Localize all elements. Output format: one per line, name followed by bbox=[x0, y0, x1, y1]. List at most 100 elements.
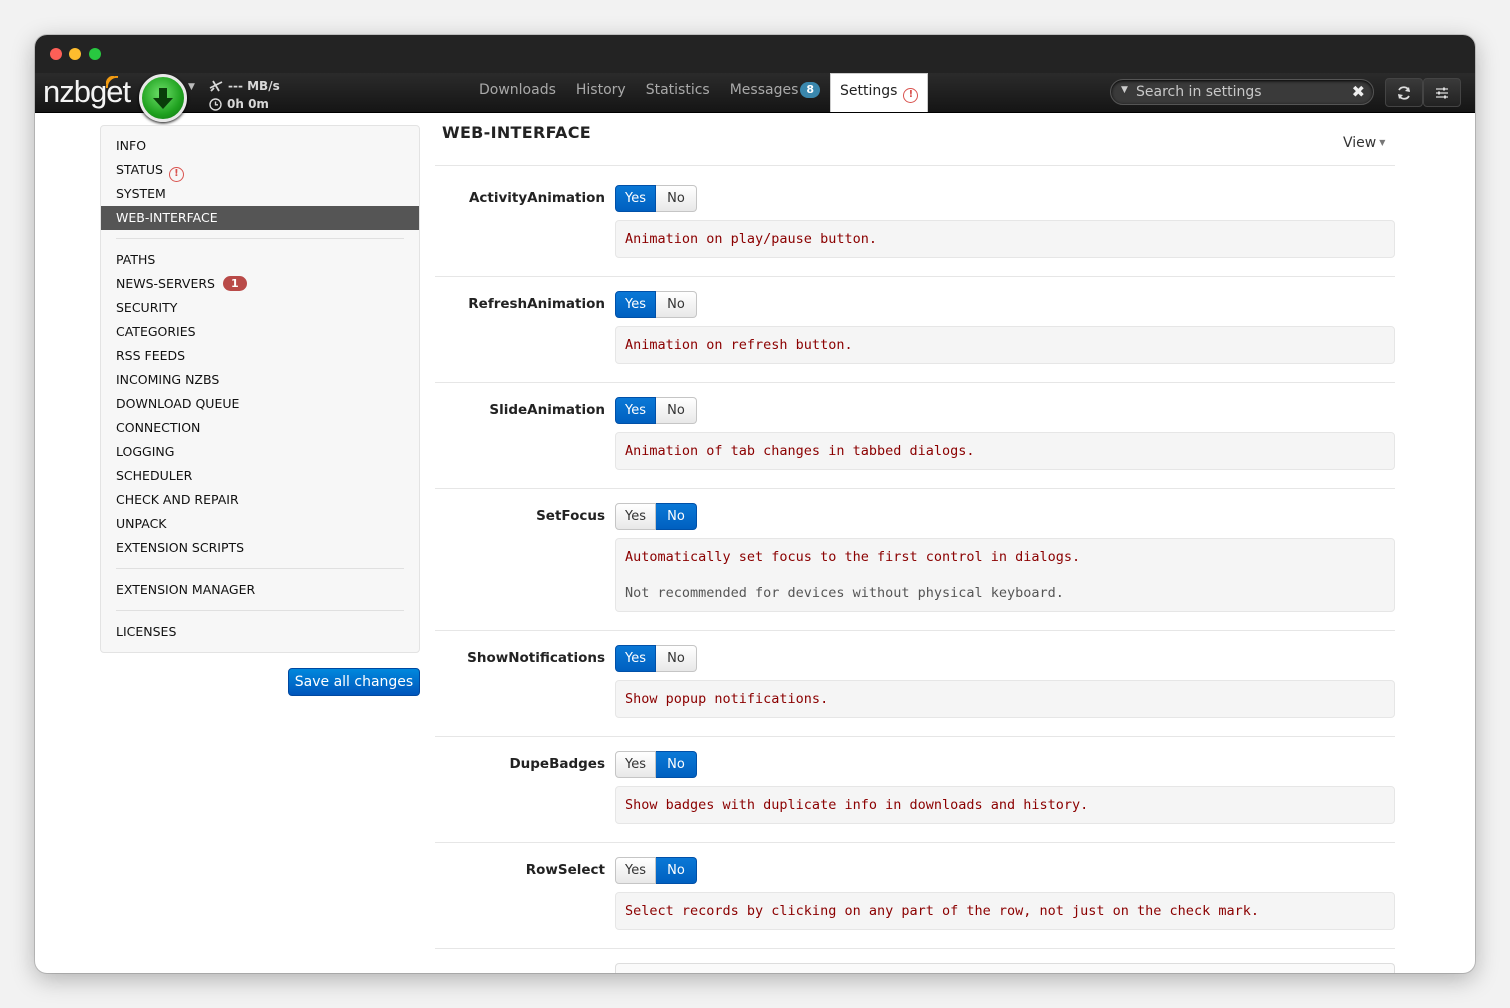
sidebar-item-status[interactable]: STATUS! bbox=[101, 158, 419, 182]
save-all-changes-button[interactable]: Save all changes bbox=[288, 668, 420, 696]
yes-button[interactable]: Yes bbox=[615, 185, 656, 212]
sidebar-item-label: LICENSES bbox=[116, 624, 177, 639]
sidebar-item-label: DOWNLOAD QUEUE bbox=[116, 396, 240, 411]
sidebar-item-label: CATEGORIES bbox=[116, 324, 196, 339]
sidebar-item-security[interactable]: SECURITY bbox=[101, 296, 419, 320]
option-toggle: Yes No bbox=[615, 645, 697, 672]
error-count-badge: 1 bbox=[222, 276, 247, 291]
yes-button[interactable]: Yes bbox=[615, 751, 656, 778]
option-label: DupeBadges bbox=[509, 756, 605, 772]
no-button[interactable]: No bbox=[656, 503, 697, 530]
sidebar-item-licenses[interactable]: LICENSES bbox=[101, 620, 419, 644]
refresh-button[interactable] bbox=[1385, 78, 1423, 107]
app-window: nzbget ▼ --- MB/s 0h 0m Downloads Histor… bbox=[35, 35, 1475, 973]
sidebar-item-label: SYSTEM bbox=[116, 186, 166, 201]
sidebar-item-label: LOGGING bbox=[116, 444, 175, 459]
option-divider bbox=[435, 382, 1395, 383]
sidebar-item-unpack[interactable]: UNPACK bbox=[101, 512, 419, 536]
sidebar-item-paths[interactable]: PATHS bbox=[101, 248, 419, 272]
view-menu-label: View bbox=[1343, 135, 1377, 151]
option-description: Animation on play/pause button. bbox=[615, 220, 1395, 258]
sidebar-item-logging[interactable]: LOGGING bbox=[101, 440, 419, 464]
sidebar-item-system[interactable]: SYSTEM bbox=[101, 182, 419, 206]
warning-circle-icon: ! bbox=[903, 88, 919, 103]
sidebar-item-label: STATUS bbox=[116, 162, 163, 177]
tab-label: Downloads bbox=[479, 82, 556, 98]
description-text: Show popup notifications. bbox=[625, 691, 829, 707]
close-window-button[interactable] bbox=[50, 48, 62, 60]
yes-button[interactable]: Yes bbox=[615, 291, 656, 318]
sidebar-item-categories[interactable]: CATEGORIES bbox=[101, 320, 419, 344]
search-input[interactable] bbox=[1136, 82, 1346, 102]
no-button[interactable]: No bbox=[656, 397, 697, 424]
sidebar-item-extension-scripts[interactable]: EXTENSION SCRIPTS bbox=[101, 536, 419, 560]
download-arrow-icon bbox=[153, 88, 173, 109]
clear-search-icon[interactable]: ✖ bbox=[1352, 82, 1365, 101]
sidebar-item-scheduler[interactable]: SCHEDULER bbox=[101, 464, 419, 488]
option-toggle: Yes No bbox=[615, 291, 697, 318]
no-button[interactable]: No bbox=[656, 751, 697, 778]
description-text: Animation of tab changes in tabbed dialo… bbox=[625, 443, 975, 459]
no-button[interactable]: No bbox=[656, 291, 697, 318]
sidebar-item-label: CONNECTION bbox=[116, 420, 201, 435]
no-button[interactable]: No bbox=[656, 857, 697, 884]
sidebar-item-info[interactable]: INFO bbox=[101, 134, 419, 158]
page-title: WEB-INTERFACE bbox=[442, 123, 591, 142]
sidebar-item-label: EXTENSION MANAGER bbox=[116, 582, 256, 597]
sidebar-item-label: UNPACK bbox=[116, 516, 167, 531]
search-menu-caret-icon[interactable]: ▼ bbox=[1121, 85, 1128, 95]
logo-signal-icon bbox=[106, 76, 119, 89]
option-label: SetFocus bbox=[536, 508, 605, 524]
tab-history[interactable]: History bbox=[566, 73, 636, 112]
top-navbar: nzbget ▼ --- MB/s 0h 0m Downloads Histor… bbox=[35, 73, 1475, 122]
settings-search: ▼ ✖ bbox=[1110, 79, 1374, 105]
tab-downloads[interactable]: Downloads bbox=[469, 73, 566, 112]
sidebar-item-incoming-nzbs[interactable]: INCOMING NZBS bbox=[101, 368, 419, 392]
minimize-window-button[interactable] bbox=[69, 48, 81, 60]
sidebar-item-connection[interactable]: CONNECTION bbox=[101, 416, 419, 440]
tab-settings[interactable]: Settings! bbox=[830, 73, 929, 112]
option-toggle: Yes No bbox=[615, 503, 697, 530]
yes-button[interactable]: Yes bbox=[615, 397, 656, 424]
tab-label: Statistics bbox=[645, 82, 710, 98]
next-option-field bbox=[615, 963, 1395, 973]
sidebar-item-label: SECURITY bbox=[116, 300, 178, 315]
settings-sidebar: INFO STATUS! SYSTEM WEB-INTERFACE PATHS … bbox=[100, 125, 420, 653]
no-button[interactable]: No bbox=[656, 645, 697, 672]
description-text: Animation on refresh button. bbox=[625, 337, 853, 353]
option-label: SlideAnimation bbox=[489, 402, 605, 418]
sidebar-item-news-servers[interactable]: NEWS-SERVERS 1 bbox=[101, 272, 419, 296]
sidebar-item-extension-manager[interactable]: EXTENSION MANAGER bbox=[101, 578, 419, 602]
settings-sliders-icon bbox=[1436, 87, 1448, 98]
option-toggle: Yes No bbox=[615, 857, 697, 884]
play-menu-caret-icon[interactable]: ▼ bbox=[188, 82, 195, 92]
no-button[interactable]: No bbox=[656, 185, 697, 212]
download-speed: --- MB/s bbox=[228, 79, 280, 93]
option-description: Select records by clicking on any part o… bbox=[615, 892, 1395, 930]
tab-messages[interactable]: Messages 8 bbox=[720, 73, 830, 112]
sidebar-item-rss-feeds[interactable]: RSS FEEDS bbox=[101, 344, 419, 368]
tab-statistics[interactable]: Statistics bbox=[636, 73, 720, 112]
option-description: Show badges with duplicate info in downl… bbox=[615, 786, 1395, 824]
option-divider bbox=[435, 630, 1395, 631]
sidebar-item-label: CHECK AND REPAIR bbox=[116, 492, 239, 507]
maximize-window-button[interactable] bbox=[89, 48, 101, 60]
view-menu-button[interactable]: View ▼ bbox=[1343, 135, 1385, 151]
sidebar-item-download-queue[interactable]: DOWNLOAD QUEUE bbox=[101, 392, 419, 416]
sidebar-item-check-and-repair[interactable]: CHECK AND REPAIR bbox=[101, 488, 419, 512]
yes-button[interactable]: Yes bbox=[615, 645, 656, 672]
sidebar-item-label: SCHEDULER bbox=[116, 468, 193, 483]
chevron-down-icon: ▼ bbox=[1379, 138, 1386, 147]
sidebar-item-label: PATHS bbox=[116, 252, 156, 267]
config-menu-button[interactable] bbox=[1423, 78, 1461, 107]
sidebar-item-web-interface[interactable]: WEB-INTERFACE bbox=[101, 206, 419, 230]
time-left: 0h 0m bbox=[227, 97, 269, 111]
play-pause-button[interactable] bbox=[139, 74, 187, 122]
option-label: RefreshAnimation bbox=[468, 296, 605, 312]
yes-button[interactable]: Yes bbox=[615, 857, 656, 884]
sidebar-item-label: RSS FEEDS bbox=[116, 348, 186, 363]
tab-label: History bbox=[575, 82, 626, 98]
option-toggle: Yes No bbox=[615, 185, 697, 212]
yes-button[interactable]: Yes bbox=[615, 503, 656, 530]
option-label: ActivityAnimation bbox=[468, 190, 605, 206]
